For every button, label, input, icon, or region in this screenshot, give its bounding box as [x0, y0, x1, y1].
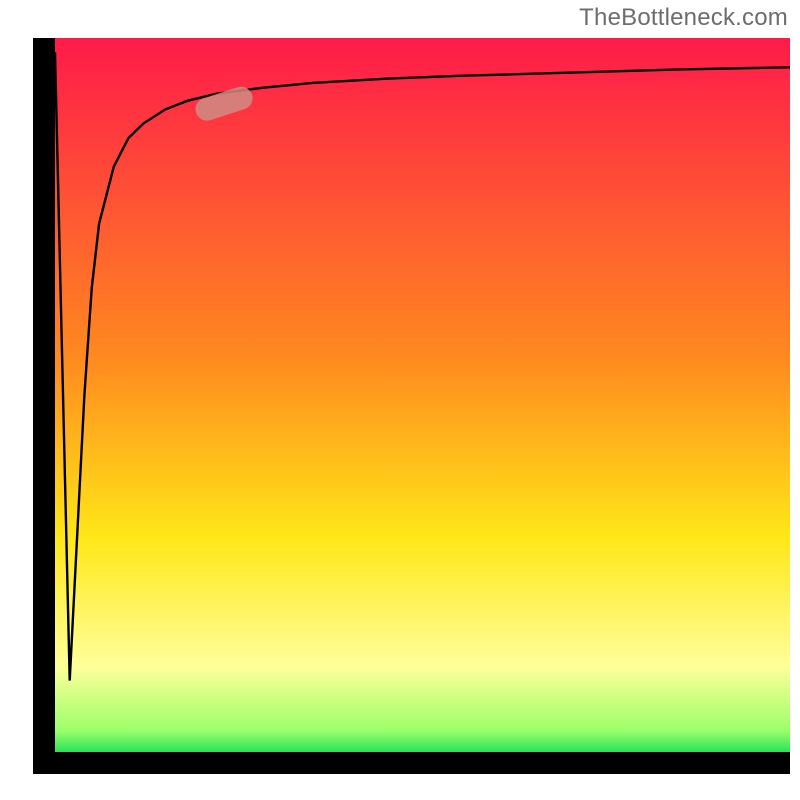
y-axis [33, 38, 55, 774]
bottleneck-chart: TheBottleneck.com [0, 0, 800, 800]
watermark-text: TheBottleneck.com [579, 4, 788, 32]
plot-area [33, 38, 790, 774]
plot-background [55, 38, 790, 752]
chart-svg [0, 0, 800, 800]
x-axis [33, 752, 790, 774]
